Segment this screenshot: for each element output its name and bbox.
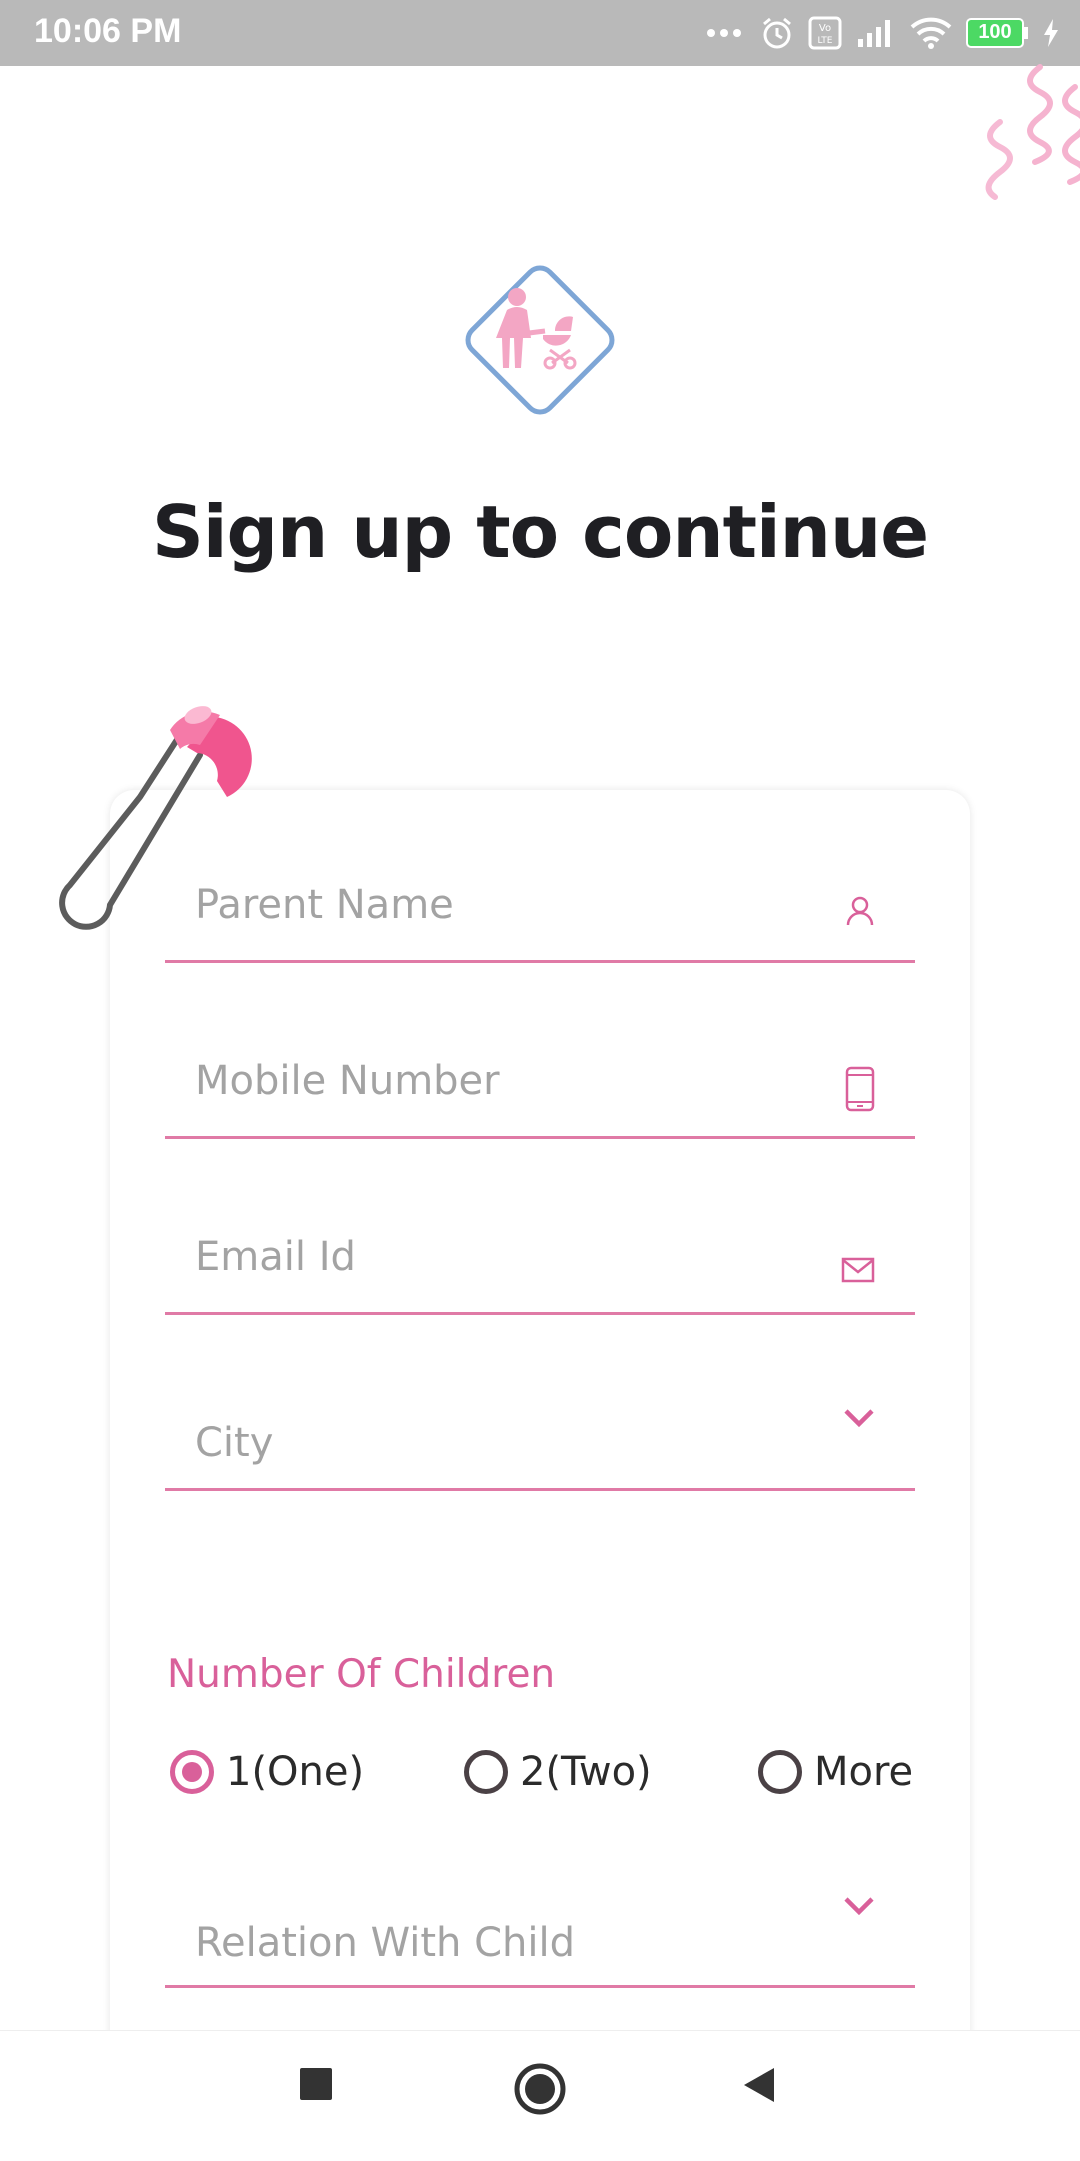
children-option-more[interactable]: More bbox=[758, 1742, 913, 1802]
battery-level: 100 bbox=[978, 21, 1012, 43]
mother-stroller-logo-icon bbox=[465, 265, 615, 415]
city-select[interactable]: City bbox=[165, 1360, 915, 1491]
chevron-down-icon bbox=[844, 1409, 874, 1428]
phone-icon bbox=[845, 1066, 875, 1112]
status-icons: Vo LTE 100 bbox=[706, 12, 1060, 54]
navigation-bar bbox=[0, 2030, 1080, 2161]
children-option-label: 2(Two) bbox=[520, 1749, 652, 1795]
wave-decoration-icon bbox=[985, 64, 1080, 200]
safety-pin-icon bbox=[59, 706, 252, 930]
mail-icon bbox=[841, 1257, 875, 1283]
status-time: 10:06 PM bbox=[34, 12, 182, 50]
city-label: City bbox=[195, 1420, 274, 1466]
mobile-number-input[interactable] bbox=[165, 1026, 835, 1136]
number-of-children-label: Number Of Children bbox=[167, 1652, 556, 1697]
radio-unchecked-icon bbox=[758, 1750, 802, 1794]
signal-icon bbox=[858, 20, 890, 47]
radio-checked-icon bbox=[170, 1750, 214, 1794]
more-dots-icon bbox=[707, 29, 741, 37]
signup-card: City Number Of Children 1(One) 2(Two) Mo… bbox=[110, 790, 970, 2090]
svg-text:Vo: Vo bbox=[819, 23, 831, 34]
battery-icon: 100 bbox=[966, 18, 1028, 48]
page-title: Sign up to continue bbox=[151, 490, 929, 574]
svg-text:LTE: LTE bbox=[818, 36, 833, 46]
children-option-two[interactable]: 2(Two) bbox=[464, 1742, 652, 1802]
children-option-label: More bbox=[814, 1749, 914, 1795]
home-button-icon[interactable] bbox=[512, 2061, 568, 2117]
radio-unchecked-icon bbox=[464, 1750, 508, 1794]
relation-with-child-select[interactable]: Relation With Child bbox=[165, 1870, 915, 1988]
person-icon bbox=[846, 896, 874, 926]
mobile-number-field[interactable] bbox=[165, 1026, 915, 1139]
children-option-one[interactable]: 1(One) bbox=[170, 1742, 364, 1802]
chevron-down-icon bbox=[844, 1897, 874, 1916]
wifi-icon bbox=[910, 17, 952, 49]
children-option-label: 1(One) bbox=[226, 1749, 365, 1795]
email-input[interactable] bbox=[165, 1202, 835, 1312]
back-button-icon[interactable] bbox=[742, 2066, 776, 2104]
recent-apps-button-icon[interactable] bbox=[298, 2066, 334, 2102]
volte-icon: Vo LTE bbox=[808, 16, 842, 50]
status-bar: 10:06 PM Vo LTE 100 bbox=[0, 0, 1080, 66]
charging-icon bbox=[1044, 19, 1058, 47]
email-field[interactable] bbox=[165, 1202, 915, 1315]
relation-with-child-label: Relation With Child bbox=[195, 1920, 575, 1966]
alarm-icon bbox=[763, 17, 791, 49]
